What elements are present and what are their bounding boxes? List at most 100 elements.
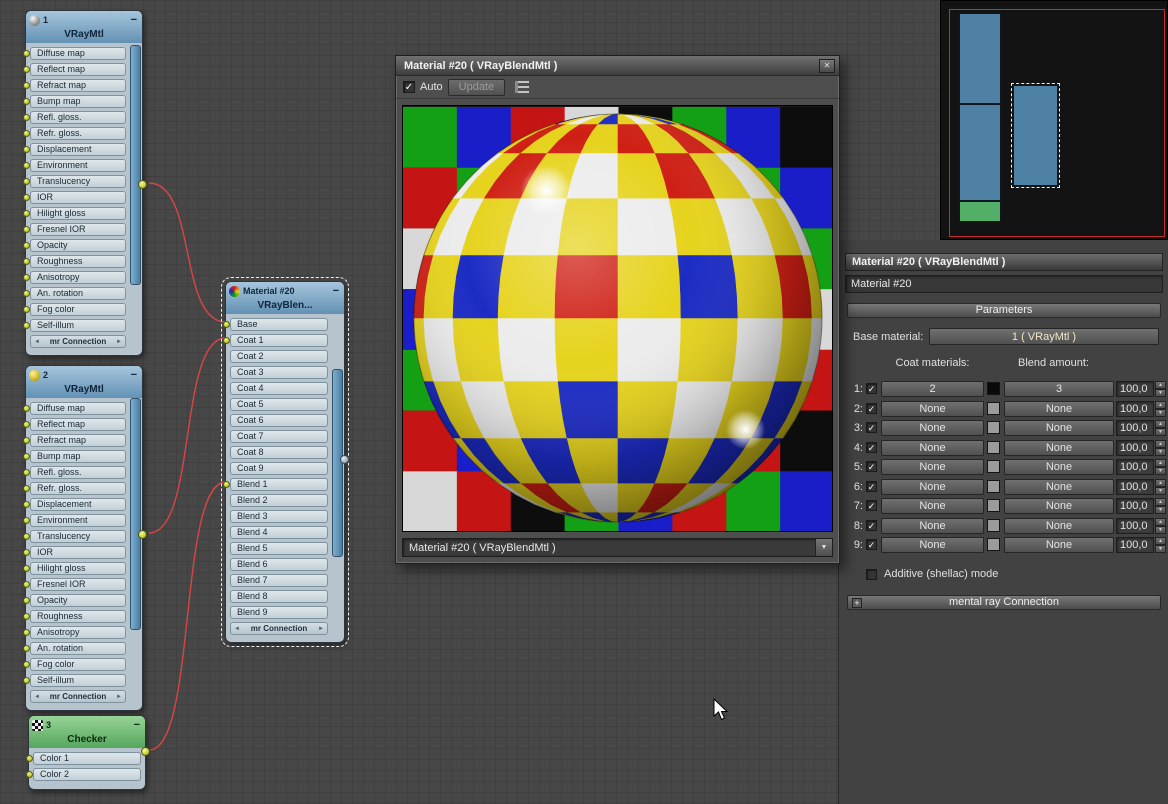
spinner-down-icon[interactable]: ▼ [1155,467,1166,475]
blend-material-button-7[interactable]: None [1004,498,1114,514]
slot-ior[interactable]: IOR [30,546,126,559]
blend-material-button-4[interactable]: None [1004,440,1114,456]
blend-amount-field[interactable]: 100,0 [1116,498,1154,514]
input-socket[interactable] [23,501,30,508]
slot-blend-2[interactable]: Blend 2 [230,494,328,507]
minimap-node-rect[interactable] [959,201,1001,222]
slot-fresnel-ior[interactable]: Fresnel IOR [30,223,126,236]
input-socket[interactable] [23,549,30,556]
spinner-up-icon[interactable]: ▲ [1155,420,1166,428]
color-swatch[interactable] [987,480,1000,493]
coat-material-button-1[interactable]: 2 [881,381,984,397]
coat-material-button-9[interactable]: None [881,537,984,553]
coat-material-button-3[interactable]: None [881,420,984,436]
input-socket[interactable] [23,258,30,265]
input-socket[interactable] [223,337,230,344]
slot-color-2[interactable]: Color 2 [33,768,141,781]
coat-enable-checkbox[interactable]: ✓ [866,461,877,472]
input-socket[interactable] [23,597,30,604]
slot-reflect-map[interactable]: Reflect map [30,63,126,76]
slot-fresnel-ior[interactable]: Fresnel IOR [30,578,126,591]
blend-amount-field[interactable]: 100,0 [1116,537,1154,553]
input-socket[interactable] [23,533,30,540]
coat-enable-checkbox[interactable]: ✓ [866,520,877,531]
slot-opacity[interactable]: Opacity [30,239,126,252]
blend-amount-field[interactable]: 100,0 [1116,459,1154,475]
node-header[interactable]: 3−Checker [29,716,145,748]
color-swatch[interactable] [987,382,1000,395]
mental-ray-rollout[interactable]: + mental ray Connection [847,595,1161,610]
node-header[interactable]: 2−VRayMtl [26,366,142,398]
blend-amount-field[interactable]: 100,0 [1116,479,1154,495]
slot-base[interactable]: Base [230,318,328,331]
coat-material-button-8[interactable]: None [881,518,984,534]
slot-diffuse-map[interactable]: Diffuse map [30,47,126,60]
auto-checkbox[interactable]: ✓ [403,81,415,93]
input-socket[interactable] [23,226,30,233]
slot-coat-7[interactable]: Coat 7 [230,430,328,443]
slot-environment[interactable]: Environment [30,159,126,172]
slot-refl-gloss[interactable]: Refl. gloss. [30,111,126,124]
slot-coat-5[interactable]: Coat 5 [230,398,328,411]
color-swatch[interactable] [987,460,1000,473]
spinner-up-icon[interactable]: ▲ [1155,498,1166,506]
coat-enable-checkbox[interactable]: ✓ [866,383,877,394]
color-swatch[interactable] [987,499,1000,512]
parameters-rollout[interactable]: Parameters [847,303,1161,318]
collapse-icon[interactable]: − [129,16,139,25]
close-icon[interactable]: ✕ [819,59,835,73]
slot-coat-4[interactable]: Coat 4 [230,382,328,395]
slot-blend-9[interactable]: Blend 9 [230,606,328,619]
input-socket[interactable] [23,565,30,572]
slot-reflect-map[interactable]: Reflect map [30,418,126,431]
slot-blend-7[interactable]: Blend 7 [230,574,328,587]
slot-anisotropy[interactable]: Anisotropy [30,271,126,284]
material-selector-dropdown[interactable]: Material #20 ( VRayBlendMtl ) ▼ [402,538,833,557]
input-socket[interactable] [23,210,30,217]
slot-diffuse-map[interactable]: Diffuse map [30,402,126,415]
slot-displacement[interactable]: Displacement [30,498,126,511]
slot-an-rotation[interactable]: An. rotation [30,642,126,655]
input-socket[interactable] [23,178,30,185]
mr-connection-slot[interactable]: ◄mr Connection► [30,335,126,348]
input-socket[interactable] [23,677,30,684]
spinner-down-icon[interactable]: ▼ [1155,487,1166,495]
slot-ior[interactable]: IOR [30,191,126,204]
blend-material-button-6[interactable]: None [1004,479,1114,495]
input-socket[interactable] [23,290,30,297]
update-button[interactable]: Update [448,79,505,96]
slot-blend-1[interactable]: Blend 1 [230,478,328,491]
spinner-up-icon[interactable]: ▲ [1155,518,1166,526]
input-socket[interactable] [23,629,30,636]
spinner-down-icon[interactable]: ▼ [1155,545,1166,553]
color-swatch[interactable] [987,519,1000,532]
slot-anisotropy[interactable]: Anisotropy [30,626,126,639]
slot-coat-9[interactable]: Coat 9 [230,462,328,475]
blend-amount-field[interactable]: 100,0 [1116,440,1154,456]
slot-color-1[interactable]: Color 1 [33,752,141,765]
blend-amount-field[interactable]: 100,0 [1116,420,1154,436]
input-socket[interactable] [23,322,30,329]
connection-wire[interactable] [149,482,226,750]
coat-material-button-4[interactable]: None [881,440,984,456]
blend-material-button-5[interactable]: None [1004,459,1114,475]
collapse-icon[interactable]: − [132,721,142,730]
spinner-down-icon[interactable]: ▼ [1155,526,1166,534]
input-socket[interactable] [223,481,230,488]
slot-hilight-gloss[interactable]: Hilight gloss [30,207,126,220]
slot-fog-color[interactable]: Fog color [30,303,126,316]
slot-blend-6[interactable]: Blend 6 [230,558,328,571]
slot-blend-3[interactable]: Blend 3 [230,510,328,523]
slot-bump-map[interactable]: Bump map [30,95,126,108]
spinner-up-icon[interactable]: ▲ [1155,440,1166,448]
node-header[interactable]: 1−VRayMtl [26,11,142,43]
coat-enable-checkbox[interactable]: ✓ [866,403,877,414]
slot-refr-gloss[interactable]: Refr. gloss. [30,482,126,495]
slot-blend-4[interactable]: Blend 4 [230,526,328,539]
coat-enable-checkbox[interactable]: ✓ [866,500,877,511]
slot-refl-gloss[interactable]: Refl. gloss. [30,466,126,479]
slot-roughness[interactable]: Roughness [30,255,126,268]
input-socket[interactable] [23,194,30,201]
color-swatch[interactable] [987,421,1000,434]
spinner-up-icon[interactable]: ▲ [1155,537,1166,545]
